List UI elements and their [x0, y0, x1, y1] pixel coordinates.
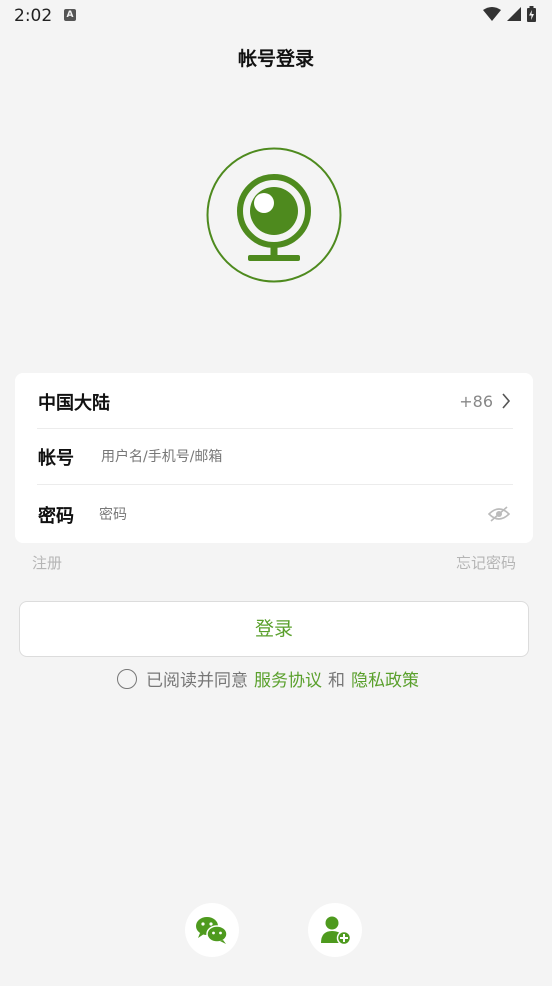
region-label: 中国大陆 [38, 393, 110, 414]
login-card: 中国大陆 +86 帐号 密码 [15, 373, 533, 543]
account-row: 帐号 [15, 429, 533, 485]
wechat-login-button[interactable] [185, 903, 239, 957]
status-time: 2:02 [14, 6, 53, 26]
region-selector[interactable]: 中国大陆 +86 [15, 373, 533, 429]
page-title: 帐号登录 [237, 48, 314, 70]
password-label: 密码 [38, 506, 74, 527]
account-label: 帐号 [38, 448, 74, 469]
wechat-icon [196, 917, 228, 944]
password-input[interactable] [99, 505, 479, 525]
service-terms-link[interactable]: 服务协议 [254, 666, 322, 691]
login-button[interactable]: 登录 [19, 601, 529, 657]
account-input[interactable] [101, 447, 501, 467]
signal-icon [507, 7, 521, 21]
forgot-password-link[interactable]: 忘记密码 [456, 552, 516, 573]
password-row: 密码 [15, 485, 533, 541]
webcam-icon [206, 147, 342, 283]
privacy-policy-link[interactable]: 隐私政策 [351, 666, 419, 691]
status-icons [483, 6, 536, 22]
status-bar: 2:02 A [0, 0, 552, 32]
add-user-icon [321, 916, 352, 946]
country-code: +86 [459, 392, 493, 411]
wifi-icon [483, 7, 501, 21]
eye-hidden-icon[interactable] [488, 506, 510, 522]
chevron-right-icon [502, 393, 511, 409]
agreement-prefix: 已阅读并同意 [146, 671, 248, 691]
notification-icon: A [64, 9, 76, 21]
agreement-row: 已阅读并同意 服务协议 和 隐私政策 [117, 666, 419, 691]
agreement-checkbox[interactable] [117, 668, 137, 689]
agreement-conjunction: 和 [328, 671, 345, 691]
register-link[interactable]: 注册 [32, 552, 62, 573]
register-account-button[interactable] [308, 903, 362, 957]
app-logo [206, 147, 342, 283]
battery-icon [527, 6, 536, 22]
